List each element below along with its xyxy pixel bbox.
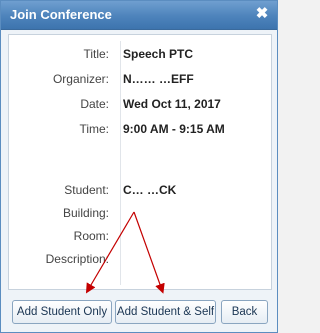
room-label: Room: (73, 229, 109, 243)
building-row: Building: (9, 204, 271, 222)
conference-details-panel: Title: Speech PTC Organizer: N…… …EFF Da… (8, 34, 272, 290)
time-value: 9:00 AM - 9:15 AM (123, 122, 225, 136)
time-label: Time: (79, 122, 109, 136)
dialog-title: Join Conference (10, 7, 112, 22)
building-label: Building: (62, 206, 109, 220)
student-value: C… …CK (123, 183, 177, 197)
organizer-label: Organizer: (52, 72, 109, 86)
room-row: Room: (9, 227, 271, 245)
time-row: Time: 9:00 AM - 9:15 AM (9, 120, 271, 138)
organizer-value: N…… …EFF (123, 72, 194, 86)
title-label: Title: (83, 47, 109, 61)
student-row: Student: C… …CK (9, 181, 271, 199)
description-row: Description: (9, 250, 271, 268)
back-button[interactable]: Back (221, 300, 268, 324)
date-value: Wed Oct 11, 2017 (123, 97, 221, 111)
dialog-titlebar: Join Conference ✖ (1, 1, 277, 30)
dialog-footer: Add Student Only Add Student & Self Back (1, 292, 277, 332)
organizer-row: Organizer: N…… …EFF (9, 70, 271, 88)
description-label: Description: (45, 252, 109, 266)
close-icon[interactable]: ✖ (254, 6, 270, 22)
date-row: Date: Wed Oct 11, 2017 (9, 95, 271, 113)
title-row: Title: Speech PTC (9, 45, 271, 63)
join-conference-dialog: Join Conference ✖ Title: Speech PTC Orga… (0, 0, 278, 333)
add-student-and-self-button[interactable]: Add Student & Self (115, 300, 216, 324)
add-student-only-button[interactable]: Add Student Only (12, 300, 112, 324)
date-label: Date: (80, 97, 109, 111)
student-label: Student: (64, 183, 109, 197)
title-value: Speech PTC (123, 47, 194, 61)
